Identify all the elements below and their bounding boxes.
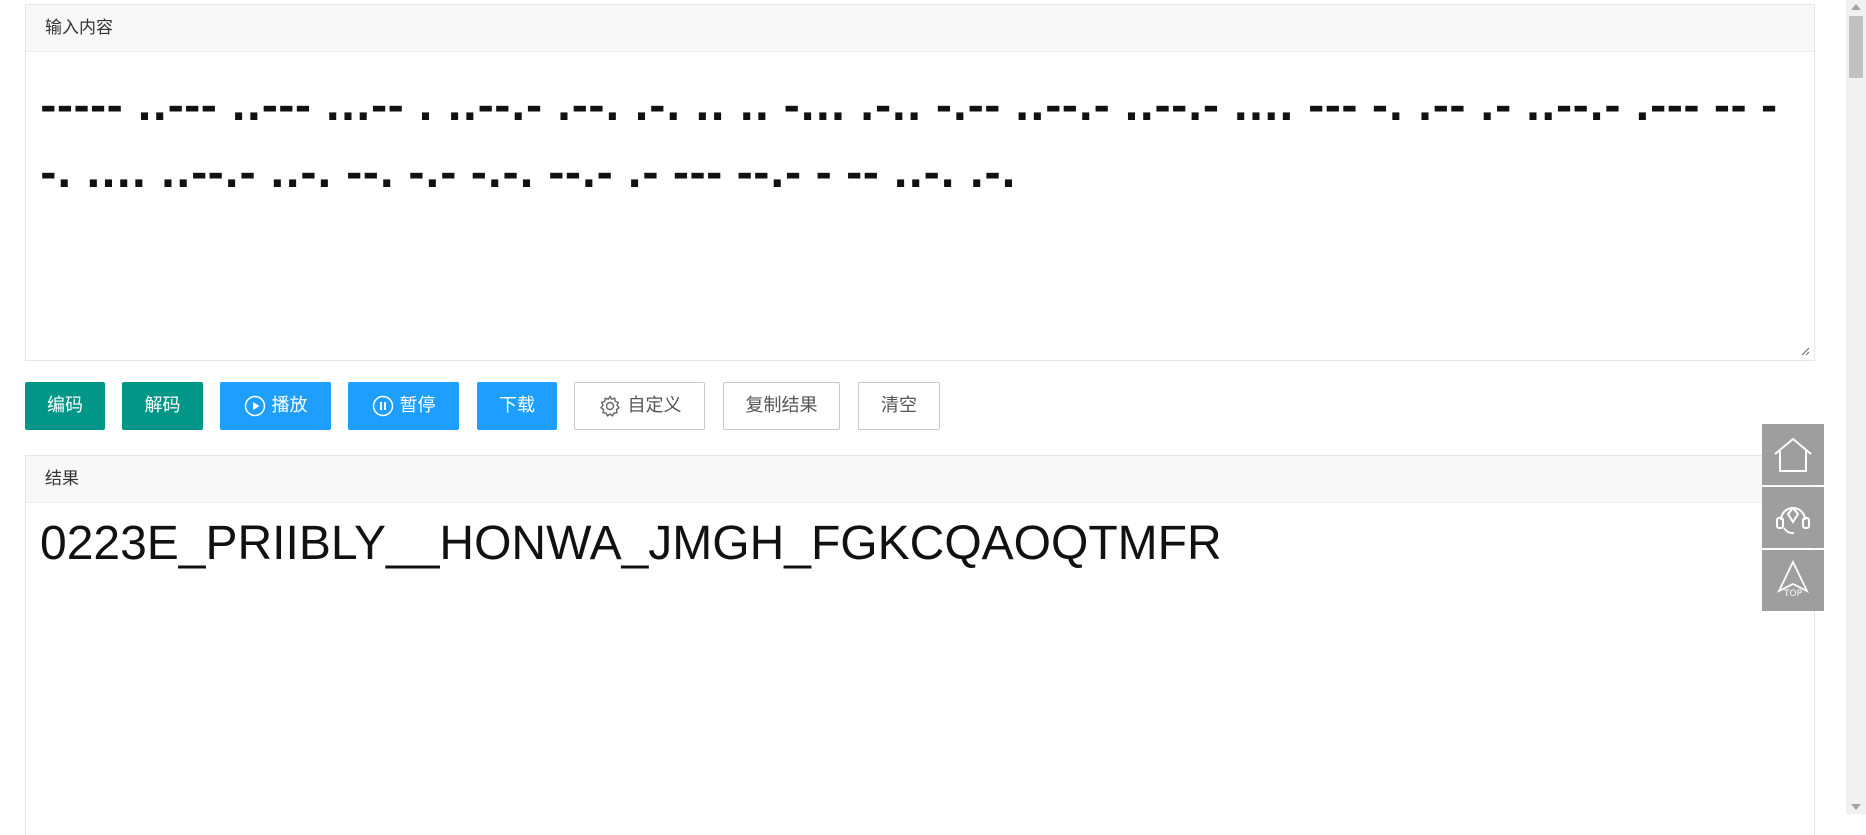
scroll-up-arrow-icon[interactable] <box>1851 4 1861 10</box>
input-panel: 输入内容 ----- ..--- ..--- ...-- . ..--.- .-… <box>25 4 1815 361</box>
copy-result-label: 复制结果 <box>745 395 818 416</box>
play-label: 播放 <box>271 395 308 416</box>
result-output[interactable]: 0223E_PRIIBLY__HONWA_JMGH_FGKCQAOQTMFR <box>26 503 1814 579</box>
input-header: 输入内容 <box>26 5 1814 52</box>
clear-button[interactable]: 清空 <box>858 382 940 430</box>
download-button[interactable]: 下载 <box>477 382 557 430</box>
pause-icon <box>372 395 393 417</box>
input-textarea[interactable]: ----- ..--- ..--- ...-- . ..--.- .--. .-… <box>26 52 1814 361</box>
top-label: TOP <box>1783 589 1802 599</box>
scroll-down-arrow-icon[interactable] <box>1851 804 1861 810</box>
clear-label: 清空 <box>881 395 917 416</box>
encode-button[interactable]: 编码 <box>25 382 105 430</box>
headset-icon <box>1776 505 1810 534</box>
custom-button[interactable]: 自定义 <box>574 382 705 430</box>
download-label: 下载 <box>499 395 535 416</box>
play-icon <box>244 395 265 417</box>
copy-result-button[interactable]: 复制结果 <box>723 382 840 430</box>
resize-grip-icon[interactable] <box>1800 346 1810 356</box>
pause-label: 暂停 <box>399 395 436 416</box>
back-to-top-button[interactable] <box>1762 550 1824 611</box>
pause-button[interactable]: 暂停 <box>348 382 459 430</box>
gear-icon <box>599 395 620 417</box>
result-panel: 结果 0223E_PRIIBLY__HONWA_JMGH_FGKCQAOQTMF… <box>25 455 1815 835</box>
result-header: 结果 <box>26 456 1814 503</box>
custom-label: 自定义 <box>627 395 682 416</box>
play-button[interactable]: 播放 <box>220 382 331 430</box>
customer-service-button[interactable] <box>1762 487 1824 548</box>
encode-label: 编码 <box>47 395 83 416</box>
scroll-thumb[interactable] <box>1849 16 1863 78</box>
home-button[interactable] <box>1762 424 1824 485</box>
decode-button[interactable]: 解码 <box>122 382 203 430</box>
side-toolbar: TOP <box>1762 424 1824 613</box>
home-icon <box>1774 437 1812 472</box>
decode-label: 解码 <box>144 395 181 416</box>
vertical-scrollbar[interactable] <box>1846 0 1866 814</box>
